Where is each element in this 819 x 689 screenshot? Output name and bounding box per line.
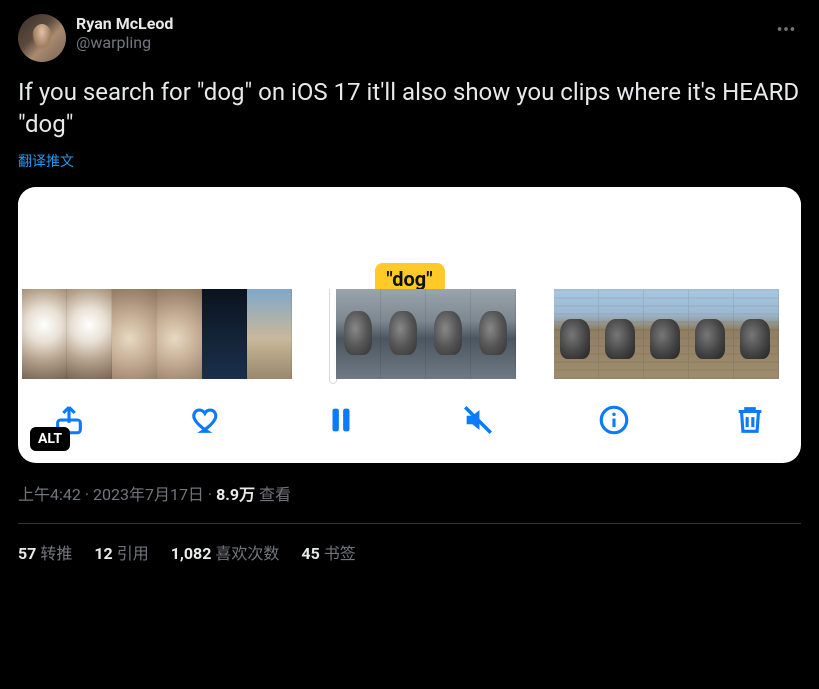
handle: @warpling [76, 33, 173, 52]
clip-frame [644, 289, 689, 379]
clip-strip[interactable] [18, 289, 801, 379]
divider [18, 523, 801, 524]
alt-badge[interactable]: ALT [30, 427, 70, 451]
heart-icon [188, 403, 222, 437]
info-button[interactable] [597, 403, 631, 437]
tweet-header: Ryan McLeod @warpling [18, 14, 801, 62]
stat-retweets[interactable]: 57转推 [18, 540, 72, 564]
clip-group-1[interactable] [22, 289, 292, 379]
info-icon [597, 403, 631, 437]
clip-frame [202, 289, 247, 379]
media-toolbar [18, 379, 801, 463]
pause-button[interactable] [324, 403, 358, 437]
bookmarks-count: 45 [301, 544, 319, 563]
speaker-muted-icon [461, 403, 495, 437]
clip-group-3[interactable] [554, 289, 779, 379]
more-button[interactable] [771, 14, 801, 48]
likes-label: 喜欢次数 [215, 544, 279, 563]
meta-sep: · [85, 485, 93, 504]
avatar[interactable] [18, 14, 66, 62]
more-icon [775, 18, 797, 40]
clip-frame [336, 289, 381, 379]
bookmarks-label: 书签 [324, 544, 356, 563]
clip-frame [247, 289, 292, 379]
quotes-count: 12 [94, 544, 112, 563]
media-top: "dog" [18, 187, 801, 289]
stat-bookmarks[interactable]: 45 书签 [301, 540, 355, 564]
meta-date[interactable]: 2023年7月17日 [93, 485, 204, 504]
clip-group-2[interactable] [330, 289, 516, 379]
display-name: Ryan McLeod [76, 14, 173, 33]
delete-button[interactable] [733, 403, 767, 437]
clip-frame [554, 289, 599, 379]
pause-icon [324, 403, 358, 437]
meta-sep: · [208, 485, 216, 504]
clip-frame [471, 289, 516, 379]
clip-frame [426, 289, 471, 379]
stat-likes[interactable]: 1,082喜欢次数 [171, 540, 280, 564]
views-count: 8.9万 [216, 485, 255, 504]
tweet-container: Ryan McLeod @warpling If you search for … [0, 0, 819, 578]
meta-time[interactable]: 上午4:42 [18, 485, 81, 504]
mute-button[interactable] [461, 403, 495, 437]
quotes-label: 引用 [117, 544, 149, 563]
clip-frame [381, 289, 426, 379]
clip-frame [22, 289, 67, 379]
clip-frame [67, 289, 112, 379]
clip-frame [599, 289, 644, 379]
translate-link[interactable]: 翻译推文 [18, 151, 74, 171]
likes-count: 1,082 [171, 544, 212, 563]
stat-quotes[interactable]: 12 引用 [94, 540, 148, 564]
retweets-count: 57 [18, 544, 36, 563]
views-label-text: 查看 [259, 485, 291, 504]
tweet-stats: 57转推 12 引用 1,082喜欢次数 45 书签 [18, 540, 801, 564]
trash-icon [733, 403, 767, 437]
tweet-text: If you search for "dog" on iOS 17 it'll … [18, 76, 801, 141]
author-block[interactable]: Ryan McLeod @warpling [76, 14, 173, 52]
like-button[interactable] [188, 403, 222, 437]
clip-frame [157, 289, 202, 379]
clip-frame [689, 289, 734, 379]
clip-frame [734, 289, 779, 379]
retweets-label: 转推 [40, 544, 72, 563]
clip-frame [112, 289, 157, 379]
tweet-meta: 上午4:42 · 2023年7月17日 · 8.9万 查看 [18, 481, 801, 505]
media-card[interactable]: "dog" [18, 187, 801, 463]
